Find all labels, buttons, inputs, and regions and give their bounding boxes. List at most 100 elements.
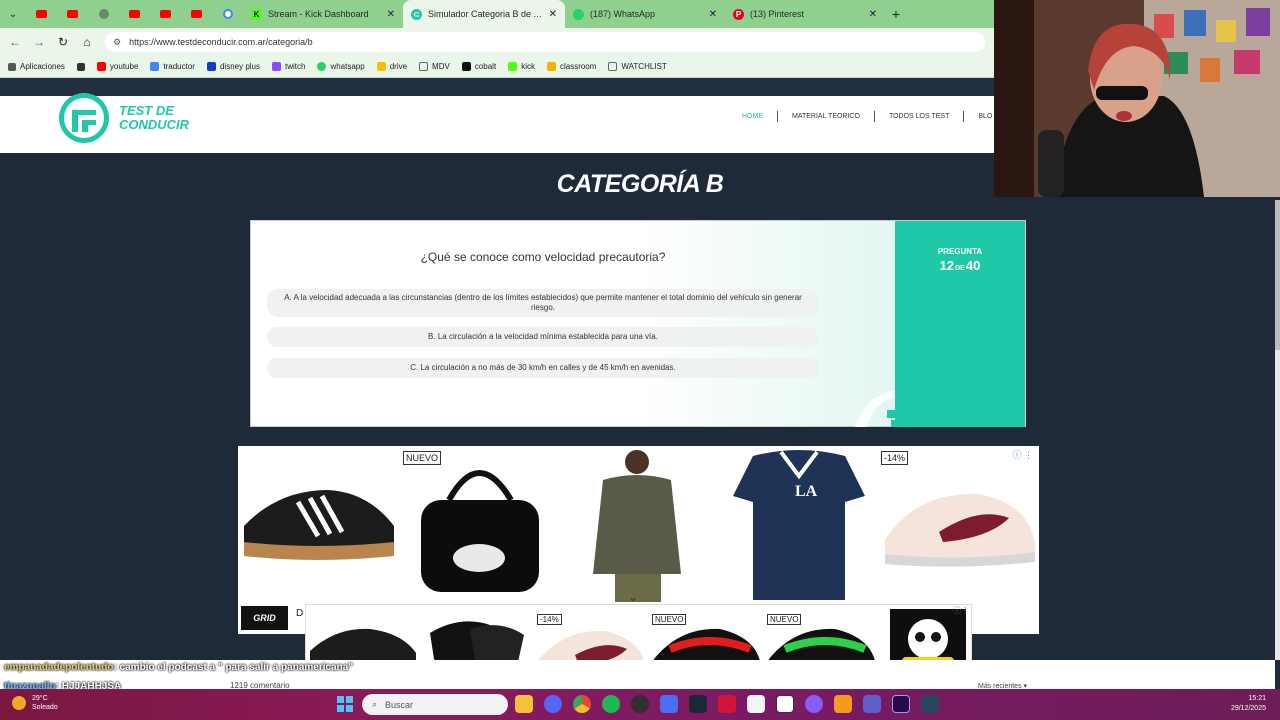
nav-divider [963,110,965,122]
pinned-tab-youtube-3[interactable] [119,0,150,28]
logo-mark-icon[interactable] [58,90,110,146]
teams-icon[interactable] [863,695,881,713]
pinned-tabs [26,0,243,28]
notion-icon[interactable] [776,695,794,713]
ad-product-handbag[interactable]: NUEVO [399,446,559,604]
bookmark-drive[interactable]: drive [376,62,407,71]
site-info-icon[interactable]: ⚙ [113,37,121,48]
youtube-icon [67,10,78,18]
ad-product-camo-jacket[interactable] [559,446,719,604]
premiere-icon[interactable] [892,695,910,713]
page-scrollbar[interactable] [1275,200,1280,660]
nav-home[interactable]: HOME [742,113,763,120]
nav-todos-los-test[interactable]: TODOS LOS TEST [889,113,949,120]
fl-studio-icon[interactable] [834,695,852,713]
bookmark-mdv[interactable]: MDV [419,62,450,71]
sneaker-white-image [885,493,1035,567]
spotify-icon[interactable] [602,695,620,713]
taskbar-apps [515,695,939,713]
sneaker-black-image [244,490,394,560]
url-text: https://www.testdeconducir.com.ar/catego… [129,37,313,47]
close-tab-icon[interactable]: ✕ [387,9,395,20]
obs-icon[interactable] [631,695,649,713]
new-tab-button[interactable]: + [885,6,907,22]
badge-new: NUEVO [767,614,802,625]
clock-time: 15:21 [1248,695,1266,702]
ad-product-sneaker-black[interactable] [238,446,398,604]
kick-icon [508,62,518,71]
tab-whatsapp[interactable]: (187) WhatsApp ✕ [565,0,725,28]
weather-widget[interactable]: 29°C Soleado [12,694,58,712]
total-questions: 40 [965,258,981,273]
site-logo[interactable]: TEST DE CONDUCIR [119,104,189,132]
tab-pinterest[interactable]: P (13) Pinterest ✕ [725,0,885,28]
answer-option-a[interactable]: A. A la velocidad adecuada a las circuns… [267,289,819,317]
answer-option-c[interactable]: C. La circulación a no más de 30 km/h en… [267,358,819,378]
system-clock[interactable]: 15:21 29/12/2025 [1231,694,1266,714]
pinned-tab-google[interactable] [212,0,243,28]
pinned-tab-globe[interactable] [88,0,119,28]
address-bar[interactable]: ⚙ https://www.testdeconducir.com.ar/cate… [105,32,985,52]
bookmark-kick[interactable]: kick [508,62,535,71]
badge-discount: -14% [537,614,562,625]
strip-ad-info-icon[interactable]: ⓘ⋮ [953,605,969,616]
nav-blog[interactable]: BLO [978,113,992,120]
file-explorer-icon[interactable] [515,695,533,713]
tab-title: Simulador Categoria B de Argentina [428,9,543,19]
back-arrow-icon[interactable]: ← [3,28,27,56]
ad-info-icon[interactable]: ⓘ ⋮ [1012,448,1033,461]
tab-simulador[interactable]: ⊂ Simulador Categoria B de Argentina ✕ [403,0,565,28]
tab-search-chevron-icon[interactable]: ⌄ [0,0,26,28]
bookmark-twitch[interactable]: twitch [272,62,305,71]
pinned-tab-youtube-5[interactable] [181,0,212,28]
close-tab-icon[interactable]: ✕ [869,9,877,20]
weather-temp: 29°C [32,695,48,702]
close-tab-icon[interactable]: ✕ [709,9,717,20]
forward-arrow-icon[interactable]: → [27,28,51,56]
chrome-icon[interactable] [573,695,591,713]
folder-icon [419,62,429,71]
youtube-icon [36,10,47,18]
messenger-icon[interactable] [805,695,823,713]
bookmark-aplicaciones[interactable]: Aplicaciones [8,62,65,71]
pinned-tab-youtube-1[interactable] [26,0,57,28]
home-icon[interactable]: ⌂ [75,28,99,56]
scrollbar-thumb[interactable] [1275,200,1280,350]
steam-icon[interactable] [689,695,707,713]
bookmark-disney-plus[interactable]: disney plus [206,62,260,71]
question-counter-panel: PREGUNTA 12DE40 [895,221,1025,427]
windows-start-icon[interactable] [337,696,353,712]
webcam-feed-image [994,0,1280,197]
pinned-tab-youtube-2[interactable] [57,0,88,28]
reload-icon[interactable]: ↻ [51,28,75,56]
steam-alt-icon[interactable] [921,695,939,713]
tab-kick-dashboard[interactable]: K Stream - Kick Dashboard ✕ [243,0,403,28]
ad-product-dodgers-jersey[interactable]: LA [719,446,879,604]
youtube-icon [96,62,106,71]
ad-product-sneaker-white[interactable]: -14% [879,446,1039,604]
app-white-icon[interactable] [747,695,765,713]
bookmark-grid[interactable] [76,62,85,71]
bookmark-whatsapp[interactable]: whatsapp [317,62,365,71]
bookmark-classroom[interactable]: classroom [546,62,596,71]
windows-taskbar: 29°C Soleado ⌕ Buscar 15:21 29/12/2025 [0,689,1280,720]
bookmark-youtube[interactable]: youtube [96,62,138,71]
discord-icon[interactable] [544,695,562,713]
grid-brand-logo[interactable]: GRID [241,606,288,630]
youtube-icon [191,10,202,18]
bookmark-cobalt[interactable]: cobalt [461,62,496,71]
folder-icon [608,62,618,71]
chat-text: : cambio el podcast a " para salir a pan… [113,662,354,673]
media-player-icon[interactable] [660,695,678,713]
nav-material-teorico[interactable]: MATERIAL TEORICO [792,113,860,120]
answer-option-b[interactable]: B. La circulación a la velocidad mínima … [267,327,819,347]
ad-collapse-chevron-icon[interactable]: ⌄ [628,590,638,604]
close-tab-icon[interactable]: ✕ [549,9,557,20]
bookmark-traductor[interactable]: traductor [150,62,195,71]
bookmark-watchlist[interactable]: WATCHLIST [608,62,667,71]
app-red-icon[interactable] [718,695,736,713]
taskbar-search[interactable]: ⌕ Buscar [362,694,508,715]
tab-title: (13) Pinterest [750,9,805,19]
badge-new: NUEVO [403,451,442,465]
pinned-tab-youtube-4[interactable] [150,0,181,28]
